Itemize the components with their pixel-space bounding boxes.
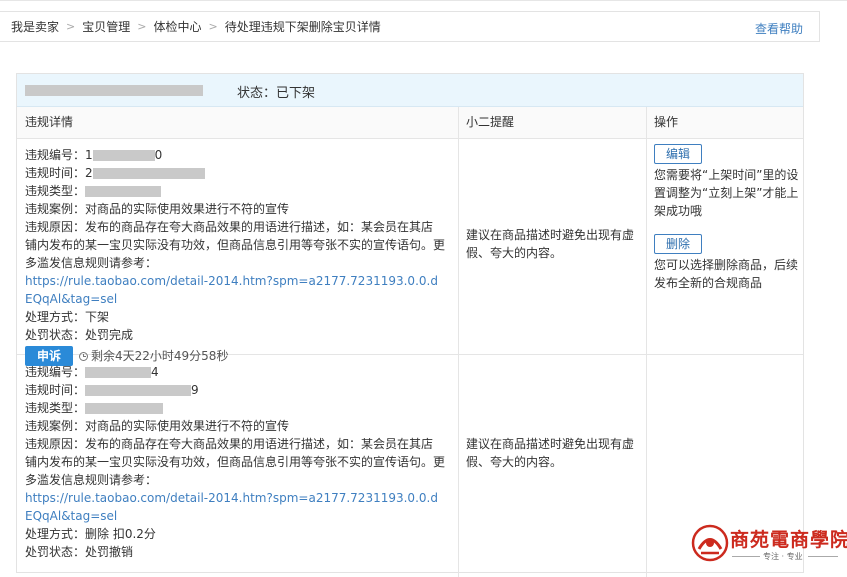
top-divider bbox=[0, 0, 847, 1]
penalty-state-value: 处罚完成 bbox=[85, 328, 134, 342]
violation-detail: 违规编号： 4 违规时间： 9 违规类型： 违规案例：对商品的实际使用效果进行不符的… bbox=[25, 363, 445, 561]
rule-link[interactable]: https://rule.taobao.com/detail-2014.htm?… bbox=[25, 491, 438, 523]
table-row: 违规编号： 4 违规时间： 9 违规类型： 违规案例：对商品的实际使用效果进行不符的… bbox=[17, 355, 803, 575]
table-header: 违规详情 小二提醒 操作 bbox=[17, 107, 803, 139]
violation-reason-value: 发布的商品存在夸大商品效果的用语进行描述，如：某会员在其店铺内发布的某一宝贝实际… bbox=[25, 437, 446, 487]
violation-reason-label: 违规原因： bbox=[25, 220, 86, 234]
redacted-time bbox=[92, 168, 205, 179]
watermark-logo: 商苑電商學院 专注 · 专业 bbox=[688, 521, 847, 565]
help-link[interactable]: 查看帮助 bbox=[755, 20, 803, 37]
handling-method-value: 下架 bbox=[85, 310, 110, 324]
redacted-type bbox=[85, 186, 162, 197]
column-header-action: 操作 bbox=[654, 115, 679, 129]
penalty-state-label: 处罚状态： bbox=[25, 328, 86, 342]
violation-reason-label: 违规原因： bbox=[25, 437, 86, 451]
violation-case-label: 违规案例： bbox=[25, 419, 86, 433]
breadcrumb-item-current: 待处理违规下架删除宝贝详情 bbox=[224, 20, 381, 34]
handling-method-value: 删除 扣0.2分 bbox=[85, 527, 156, 541]
violation-id-prefix: 1 bbox=[85, 148, 93, 162]
violation-time-label: 违规时间： bbox=[25, 383, 86, 397]
status-text: 状态：已下架 bbox=[237, 86, 316, 101]
breadcrumb-separator: > bbox=[137, 20, 147, 33]
breadcrumb-separator: > bbox=[208, 20, 218, 33]
penalty-state-value: 处罚撤销 bbox=[85, 545, 134, 559]
violation-id: 违规编号：1 0 bbox=[25, 146, 445, 164]
violation-id-suffix: 4 bbox=[151, 365, 159, 379]
delete-description: 您可以选择删除商品，后续发布全新的合规商品 bbox=[654, 258, 799, 290]
logo-slogan: 专注 · 专业 bbox=[763, 552, 803, 561]
redacted-time bbox=[85, 385, 192, 396]
breadcrumb-item-checkup[interactable]: 体检中心 bbox=[153, 18, 201, 35]
redacted-id bbox=[92, 150, 155, 161]
violation-time: 违规时间： 9 bbox=[25, 381, 445, 399]
handling-method-label: 处理方式： bbox=[25, 310, 86, 324]
violation-reason-value: 发布的商品存在夸大商品效果的用语进行描述，如：某会员在其店铺内发布的某一宝贝实际… bbox=[25, 220, 446, 270]
status-bar: 状态：已下架 bbox=[17, 74, 803, 107]
violation-id-suffix: 0 bbox=[154, 148, 163, 162]
violation-panel: 状态：已下架 违规详情 小二提醒 操作 违规编号：1 0 违规时间：2 违规类型：… bbox=[16, 73, 804, 577]
reminder-text: 建议在商品描述时避免出现有虚假、夸大的内容。 bbox=[466, 228, 635, 260]
edit-button[interactable]: 编辑 bbox=[654, 144, 702, 164]
violation-time-label: 违规时间： bbox=[25, 166, 86, 180]
violation-detail: 违规编号：1 0 违规时间：2 违规类型： 违规案例：对商品的实际使用效果进行不符… bbox=[25, 146, 445, 366]
violation-id-label: 违规编号： bbox=[25, 365, 86, 379]
breadcrumb-item-seller[interactable]: 我是卖家 bbox=[11, 18, 59, 35]
violation-type: 违规类型： bbox=[25, 182, 445, 200]
logo-emblem-icon bbox=[691, 524, 729, 562]
breadcrumb: 我是卖家 > 宝贝管理 > 体检中心 > 待处理违规下架删除宝贝详情 bbox=[0, 18, 381, 35]
breadcrumb-separator: > bbox=[66, 20, 76, 33]
violation-id: 违规编号： 4 bbox=[25, 363, 445, 381]
violation-case-label: 违规案例： bbox=[25, 202, 86, 216]
violation-reason: 违规原因：发布的商品存在夸大商品效果的用语进行描述，如：某会员在其店铺内发布的某… bbox=[25, 435, 445, 525]
handling-method-label: 处理方式： bbox=[25, 527, 86, 541]
action-column: 编辑 您需要将“上架时间”里的设置调整为“立刻上架”才能上架成功哦 删除 您可以… bbox=[654, 144, 802, 292]
logo-name: 商苑電商學院 bbox=[730, 529, 847, 551]
violation-time-suffix: 9 bbox=[191, 383, 199, 397]
violation-case: 违规案例：对商品的实际使用效果进行不符的宣传 bbox=[25, 200, 445, 218]
column-header-tip: 小二提醒 bbox=[466, 115, 515, 129]
column-header-detail: 违规详情 bbox=[25, 115, 74, 129]
redacted-id bbox=[85, 367, 152, 378]
breadcrumb-item-items[interactable]: 宝贝管理 bbox=[82, 18, 130, 35]
handling-method: 处理方式：下架 bbox=[25, 308, 445, 326]
violation-case-value: 对商品的实际使用效果进行不符的宣传 bbox=[85, 202, 290, 216]
logo-rule-right bbox=[808, 556, 838, 557]
handling-method: 处理方式：删除 扣0.2分 bbox=[25, 525, 445, 543]
violation-case-value: 对商品的实际使用效果进行不符的宣传 bbox=[85, 419, 290, 433]
violation-type-label: 违规类型： bbox=[25, 184, 86, 198]
reminder-text: 建议在商品描述时避免出现有虚假、夸大的内容。 bbox=[466, 437, 635, 469]
redacted-item-title bbox=[25, 84, 203, 96]
rule-link[interactable]: https://rule.taobao.com/detail-2014.htm?… bbox=[25, 274, 438, 306]
penalty-state: 处罚状态：处罚完成 bbox=[25, 326, 445, 344]
violation-type-label: 违规类型： bbox=[25, 401, 86, 415]
breadcrumb-bar: 我是卖家 > 宝贝管理 > 体检中心 > 待处理违规下架删除宝贝详情 查看帮助 bbox=[0, 11, 820, 42]
edit-description: 您需要将“上架时间”里的设置调整为“立刻上架”才能上架成功哦 bbox=[654, 168, 799, 218]
violation-time: 违规时间：2 bbox=[25, 164, 445, 182]
penalty-state-label: 处罚状态： bbox=[25, 545, 86, 559]
penalty-state: 处罚状态：处罚撤销 bbox=[25, 543, 445, 561]
delete-button[interactable]: 删除 bbox=[654, 234, 702, 254]
violation-type: 违规类型： bbox=[25, 399, 445, 417]
violation-id-label: 违规编号： bbox=[25, 148, 86, 162]
logo-rule-left bbox=[732, 556, 760, 557]
violation-reason: 违规原因：发布的商品存在夸大商品效果的用语进行描述，如：某会员在其店铺内发布的某… bbox=[25, 218, 445, 308]
violation-time-prefix: 2 bbox=[85, 166, 93, 180]
violation-case: 违规案例：对商品的实际使用效果进行不符的宣传 bbox=[25, 417, 445, 435]
redacted-type bbox=[85, 403, 164, 414]
